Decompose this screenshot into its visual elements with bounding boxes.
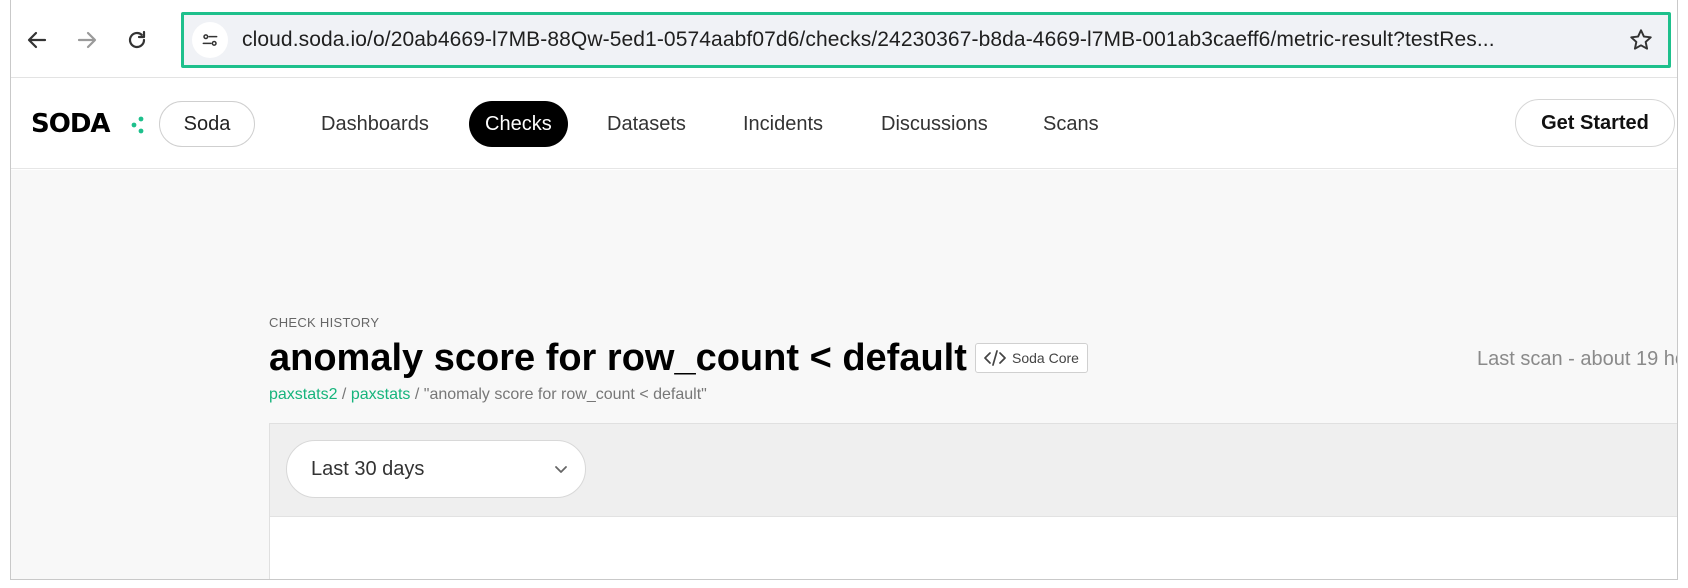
code-icon — [984, 350, 1006, 366]
star-icon[interactable] — [1628, 27, 1654, 53]
logo-dots-icon — [131, 116, 144, 134]
nav-discussions[interactable]: Discussions — [881, 101, 988, 147]
date-range-select[interactable]: Last 30 days — [286, 440, 586, 498]
get-started-button[interactable]: Get Started — [1515, 99, 1675, 147]
chart-area — [270, 516, 1677, 579]
history-panel: Last 30 days — [269, 423, 1677, 579]
breadcrumb: paxstats2 / paxstats / "anomaly score fo… — [269, 386, 707, 404]
arrow-left-icon — [27, 31, 47, 49]
reload-icon — [128, 30, 146, 49]
nav-scans[interactable]: Scans — [1043, 101, 1099, 147]
breadcrumb-current: / "anomaly score for row_count < default… — [410, 386, 707, 403]
breadcrumb-dataset[interactable]: paxstats — [351, 386, 411, 403]
nav-datasets[interactable]: Datasets — [607, 101, 686, 147]
section-eyebrow: CHECK HISTORY — [269, 315, 380, 330]
source-badge: Soda Core — [975, 343, 1088, 373]
back-button[interactable] — [19, 22, 55, 58]
org-switcher[interactable]: Soda — [159, 101, 255, 147]
address-bar[interactable]: cloud.soda.io/o/20ab4669-l7MB-88Qw-5ed1-… — [181, 12, 1671, 68]
arrow-right-icon — [77, 31, 97, 49]
source-label: Soda Core — [1012, 350, 1079, 366]
chevron-down-icon — [555, 466, 567, 473]
url-text[interactable]: cloud.soda.io/o/20ab4669-l7MB-88Qw-5ed1-… — [242, 28, 1622, 52]
last-scan-text: Last scan - about 19 ho — [1477, 348, 1678, 370]
nav-checks[interactable]: Checks — [469, 101, 568, 147]
breadcrumb-dataset-parent[interactable]: paxstats2 — [269, 386, 337, 403]
soda-logo[interactable]: SODA — [31, 109, 111, 139]
browser-toolbar: cloud.soda.io/o/20ab4669-l7MB-88Qw-5ed1-… — [11, 0, 1677, 78]
nav-dashboards[interactable]: Dashboards — [321, 101, 429, 147]
browser-window: cloud.soda.io/o/20ab4669-l7MB-88Qw-5ed1-… — [10, 0, 1678, 580]
page-title: anomaly score for row_count < default — [269, 337, 967, 379]
app-header: SODA Soda Dashboards Checks Datasets Inc… — [11, 79, 1677, 169]
site-settings-icon[interactable] — [192, 22, 228, 58]
forward-button[interactable] — [69, 22, 105, 58]
reload-button[interactable] — [119, 22, 155, 58]
breadcrumb-separator: / — [337, 386, 351, 403]
date-range-value: Last 30 days — [311, 457, 425, 480]
nav-incidents[interactable]: Incidents — [743, 101, 823, 147]
